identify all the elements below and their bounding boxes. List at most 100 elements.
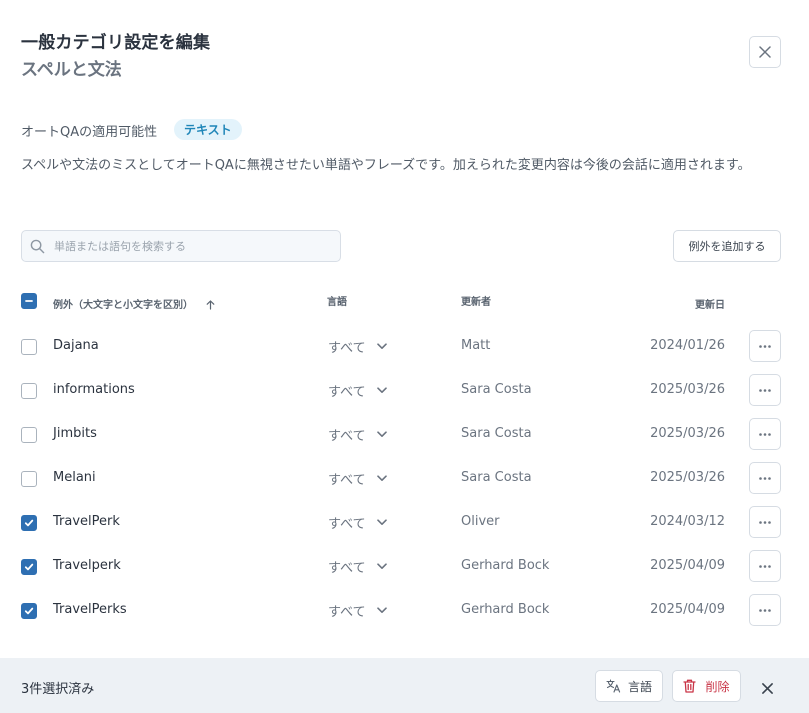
row-checkbox[interactable] (21, 383, 37, 399)
more-horizontal-icon (759, 344, 771, 348)
row-checkbox[interactable] (21, 515, 37, 531)
language-value: すべて (328, 385, 366, 400)
close-icon (761, 682, 773, 694)
language-dropdown[interactable]: すべて (328, 557, 387, 576)
exception-term: TravelPerks (53, 602, 127, 617)
updated-on: 2024/01/26 (650, 338, 725, 353)
language-value: すべて (328, 517, 366, 532)
chevron-down-icon (376, 607, 387, 613)
more-horizontal-icon (759, 520, 771, 524)
selected-count: 3件選択済み (21, 682, 95, 697)
row-more-button[interactable] (749, 506, 781, 538)
search-box[interactable] (21, 230, 341, 262)
more-horizontal-icon (759, 608, 771, 612)
trash-icon (683, 679, 697, 693)
check-icon (24, 607, 34, 615)
chevron-down-icon (376, 431, 387, 437)
updated-on: 2025/03/26 (650, 470, 725, 485)
language-dropdown[interactable]: すべて (328, 601, 387, 620)
applicability-label: オートQAの適用可能性 (21, 125, 158, 140)
delete-label: 削除 (705, 679, 730, 694)
exception-term: Travelperk (53, 558, 121, 573)
check-icon (24, 563, 34, 571)
language-value: すべて (328, 561, 366, 576)
table-row: Jimbits すべて Sara Costa 2025/03/26 (0, 413, 809, 457)
exception-term: Melani (53, 470, 96, 485)
close-dialog-button[interactable] (749, 36, 781, 68)
row-more-button[interactable] (749, 550, 781, 582)
language-value: すべて (328, 429, 366, 444)
sort-ascending-icon (207, 300, 215, 310)
updated-by: Gerhard Bock (461, 602, 550, 617)
minus-icon (25, 300, 33, 302)
language-dropdown[interactable]: すべて (328, 337, 387, 356)
column-header-exception-label: 例外（大文字と小文字を区別） (53, 300, 193, 311)
more-horizontal-icon (759, 388, 771, 392)
updated-by: Matt (461, 338, 491, 353)
add-exception-button[interactable]: 例外を追加する (673, 230, 781, 262)
chevron-down-icon (376, 475, 387, 481)
applicability-tag: テキスト (174, 119, 242, 140)
updated-by: Sara Costa (461, 426, 532, 441)
column-header-updated-by: 更新者 (461, 297, 491, 308)
table-row: Travelperk すべて Gerhard Bock 2025/04/09 (0, 545, 809, 589)
table-row: Dajana すべて Matt 2024/01/26 (0, 325, 809, 369)
language-dropdown[interactable]: すべて (328, 513, 387, 532)
updated-on: 2025/03/26 (650, 382, 725, 397)
updated-by: Gerhard Bock (461, 558, 550, 573)
row-more-button[interactable] (749, 594, 781, 626)
row-more-button[interactable] (749, 462, 781, 494)
language-dropdown[interactable]: すべて (328, 381, 387, 400)
exception-term: informations (53, 382, 135, 397)
dialog-subtitle: スペルと文法 (21, 60, 122, 80)
row-checkbox[interactable] (21, 339, 37, 355)
chevron-down-icon (376, 387, 387, 393)
row-more-button[interactable] (749, 330, 781, 362)
table-row: TravelPerk すべて Oliver 2024/03/12 (0, 501, 809, 545)
row-checkbox[interactable] (21, 471, 37, 487)
dialog-title: 一般カテゴリ設定を編集 (21, 33, 211, 53)
more-horizontal-icon (759, 564, 771, 568)
change-language-button[interactable]: 言語 (595, 670, 663, 702)
updated-on: 2025/04/09 (650, 558, 725, 573)
row-checkbox[interactable] (21, 603, 37, 619)
updated-by: Sara Costa (461, 470, 532, 485)
selection-footer: 3件選択済み 言語 削除 (0, 658, 809, 713)
select-all-checkbox[interactable] (21, 293, 37, 309)
updated-on: 2025/03/26 (650, 426, 725, 441)
check-icon (24, 519, 34, 527)
exception-term: Jimbits (53, 426, 97, 441)
search-icon (30, 239, 45, 253)
updated-on: 2024/03/12 (650, 514, 725, 529)
table-row: Melani すべて Sara Costa 2025/03/26 (0, 457, 809, 501)
row-more-button[interactable] (749, 418, 781, 450)
language-value: すべて (328, 605, 366, 620)
column-header-updated-on: 更新日 (695, 300, 725, 311)
language-value: すべて (328, 473, 366, 488)
chevron-down-icon (376, 343, 387, 349)
category-description: スペルや文法のミスとしてオートQAに無視させたい単語やフレーズです。加えられた変… (21, 158, 751, 173)
more-horizontal-icon (759, 476, 771, 480)
more-horizontal-icon (759, 432, 771, 436)
search-input[interactable] (54, 239, 324, 253)
updated-by: Oliver (461, 514, 500, 529)
chevron-down-icon (376, 519, 387, 525)
change-language-label: 言語 (627, 679, 652, 694)
language-dropdown[interactable]: すべて (328, 425, 387, 444)
close-icon (759, 46, 771, 58)
chevron-down-icon (376, 563, 387, 569)
exception-term: TravelPerk (53, 514, 120, 529)
table-row: informations すべて Sara Costa 2025/03/26 (0, 369, 809, 413)
exception-term: Dajana (53, 338, 99, 353)
row-checkbox[interactable] (21, 427, 37, 443)
delete-button[interactable]: 削除 (672, 670, 741, 702)
language-value: すべて (328, 341, 366, 356)
row-checkbox[interactable] (21, 559, 37, 575)
table-row: TravelPerks すべて Gerhard Bock 2025/04/09 (0, 589, 809, 633)
updated-on: 2025/04/09 (650, 602, 725, 617)
language-dropdown[interactable]: すべて (328, 469, 387, 488)
clear-selection-button[interactable] (760, 681, 774, 695)
row-more-button[interactable] (749, 374, 781, 406)
column-header-exception[interactable]: 例外（大文字と小文字を区別） (53, 296, 215, 311)
column-header-language: 言語 (327, 297, 347, 308)
